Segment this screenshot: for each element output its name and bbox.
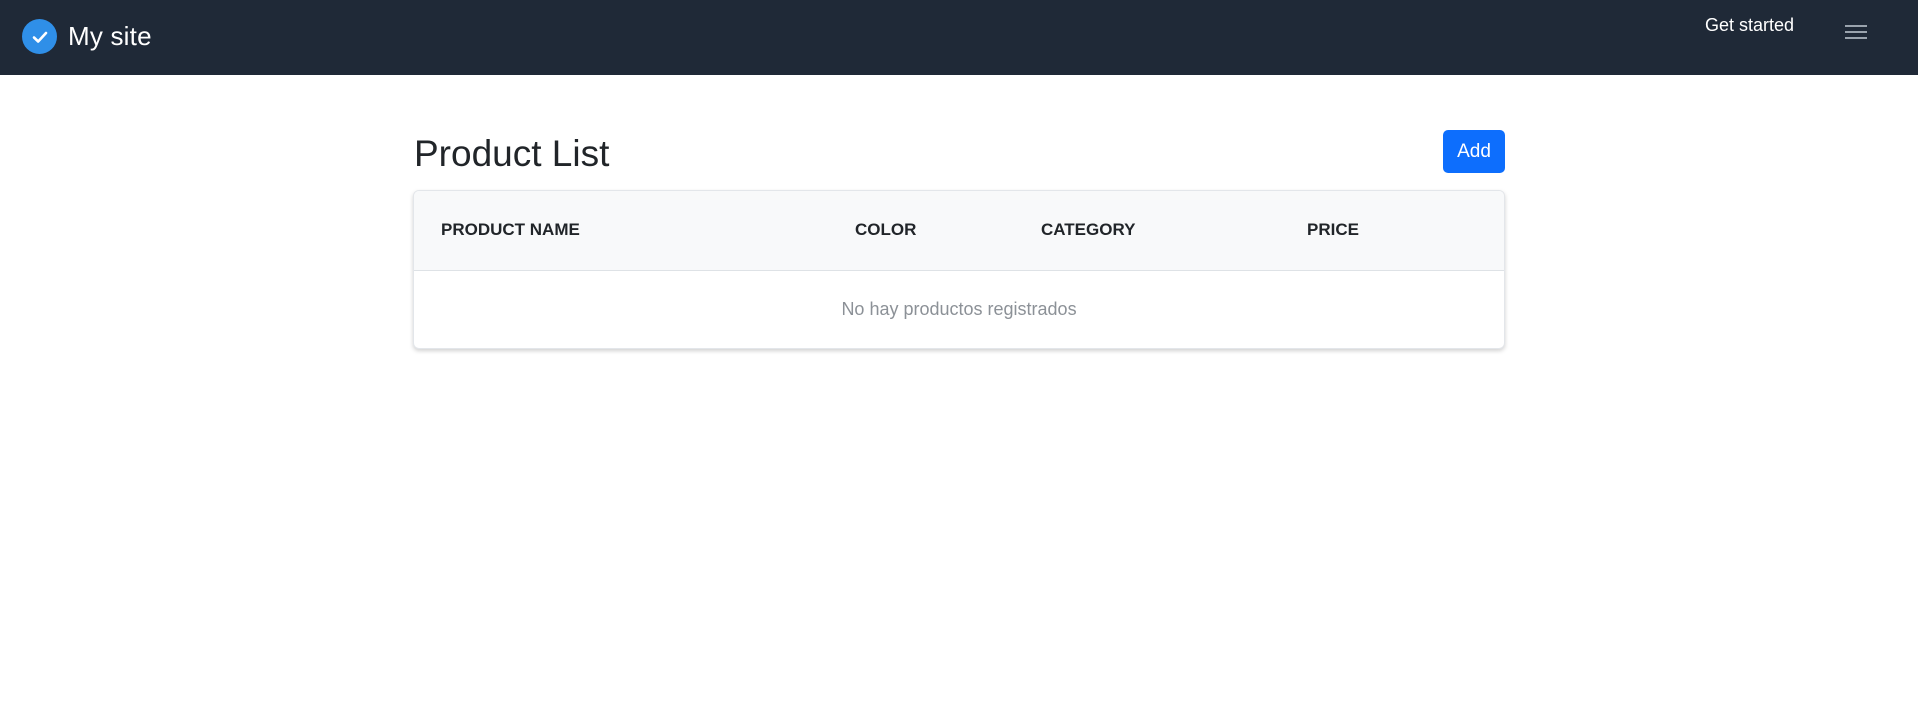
column-header-color[interactable]: COLOR bbox=[855, 191, 1041, 270]
page-header: Product List Add bbox=[413, 130, 1505, 190]
column-header-price[interactable]: PRICE bbox=[1307, 191, 1504, 270]
hamburger-menu-icon bbox=[1845, 24, 1867, 43]
table-header: PRODUCT NAME COLOR CATEGORY PRICE bbox=[414, 191, 1504, 270]
table-header-row: PRODUCT NAME COLOR CATEGORY PRICE bbox=[414, 191, 1504, 270]
brand-link[interactable]: My site bbox=[22, 19, 152, 54]
hamburger-menu-button[interactable] bbox=[1840, 20, 1872, 46]
empty-row: No hay productos registrados bbox=[414, 270, 1504, 348]
empty-message: No hay productos registrados bbox=[841, 298, 1077, 319]
nav-link-get-started[interactable]: Get started bbox=[1705, 15, 1794, 36]
top-navbar: My site Get started bbox=[0, 0, 1918, 75]
table-body: No hay productos registrados bbox=[414, 270, 1504, 348]
add-product-button[interactable]: Add bbox=[1443, 130, 1505, 173]
main-content: Product List Add PRODUCT NAME COLOR CATE… bbox=[413, 130, 1505, 349]
product-table-card: PRODUCT NAME COLOR CATEGORY PRICE No hay… bbox=[413, 190, 1505, 349]
product-table: PRODUCT NAME COLOR CATEGORY PRICE No hay… bbox=[414, 191, 1504, 348]
page-title: Product List bbox=[414, 133, 610, 174]
brand-name: My site bbox=[68, 21, 152, 51]
check-circle-icon bbox=[22, 19, 57, 54]
column-header-product-name[interactable]: PRODUCT NAME bbox=[414, 191, 855, 270]
column-header-category[interactable]: CATEGORY bbox=[1041, 191, 1307, 270]
